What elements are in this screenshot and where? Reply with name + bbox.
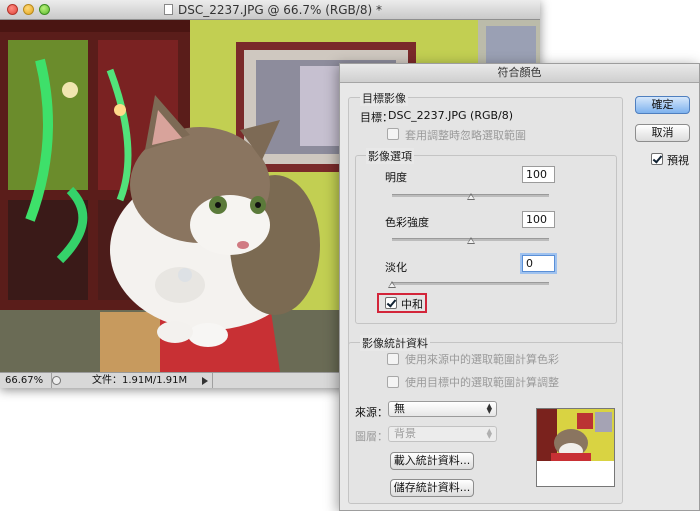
color-intensity-input[interactable]: 100 [522, 211, 555, 228]
status-menu-arrow-icon[interactable] [202, 377, 208, 385]
ok-button[interactable]: 確定 [635, 96, 690, 114]
source-label: 來源： [355, 406, 388, 419]
ignore-selection-checkbox[interactable] [387, 128, 399, 140]
cancel-button[interactable]: 取消 [635, 124, 690, 142]
fade-slider-thumb[interactable] [388, 281, 396, 288]
status-info-icon[interactable] [52, 376, 61, 385]
close-window-icon[interactable] [7, 4, 18, 15]
layer-label: 圖層： [355, 430, 388, 443]
neutralize-label: 中和 [401, 298, 423, 311]
color-intensity-slider-thumb[interactable] [466, 237, 475, 244]
image-statistics-title: 影像統計資料 [360, 335, 430, 351]
layer-select-value: 背景 [394, 427, 416, 440]
document-title: DSC_2237.JPG @ 66.7% (RGB/8) * [178, 3, 382, 17]
neutralize-checkbox[interactable] [385, 297, 397, 309]
select-arrows-icon: ▲ ▼ [486, 402, 492, 415]
image-options-title: 影像選項 [366, 148, 414, 164]
luminance-input[interactable]: 100 [522, 166, 555, 183]
target-group-title: 目標影像 [360, 90, 408, 106]
use-target-selection-label: 使用目標中的選取範圍計算調整 [405, 376, 559, 389]
document-size-info: 文件：1.91M/1.91M [92, 375, 188, 386]
fade-slider-track[interactable] [392, 282, 549, 285]
document-file-icon [164, 4, 173, 15]
luminance-slider-thumb[interactable] [466, 193, 475, 200]
source-preview-thumbnail [536, 408, 615, 487]
use-source-selection-label: 使用來源中的選取範圍計算色彩 [405, 353, 559, 366]
preview-checkbox[interactable] [651, 153, 663, 165]
preview-label: 預視 [667, 154, 689, 167]
zoom-field[interactable]: 66.67% [0, 373, 52, 388]
dialog-title: 符合顏色 [340, 64, 699, 83]
use-source-selection-checkbox[interactable] [387, 353, 399, 365]
luminance-label: 明度 [385, 171, 407, 184]
status-divider [212, 373, 213, 388]
source-select[interactable]: 無 ▲ ▼ [388, 401, 497, 417]
target-value: DSC_2237.JPG (RGB/8) [388, 109, 514, 122]
save-statistics-button[interactable]: 儲存統計資料... [390, 479, 474, 497]
minimize-window-icon[interactable] [23, 4, 34, 15]
match-color-dialog: 符合顏色 目標影像 目標： DSC_2237.JPG (RGB/8) 套用調整時… [339, 63, 700, 511]
document-titlebar[interactable]: DSC_2237.JPG @ 66.7% (RGB/8) * [0, 0, 540, 20]
select-arrows-icon: ▲ ▼ [486, 427, 492, 440]
ignore-selection-label: 套用調整時忽略選取範圍 [405, 129, 526, 142]
use-target-selection-checkbox[interactable] [387, 376, 399, 388]
load-statistics-button[interactable]: 載入統計資料... [390, 452, 474, 470]
zoom-window-icon[interactable] [39, 4, 50, 15]
color-intensity-label: 色彩強度 [385, 216, 429, 229]
thumbnail-image [537, 409, 614, 486]
layer-select[interactable]: 背景 ▲ ▼ [388, 426, 497, 442]
source-select-value: 無 [394, 402, 405, 415]
fade-input[interactable]: 0 [522, 255, 555, 272]
fade-label: 淡化 [385, 261, 407, 274]
